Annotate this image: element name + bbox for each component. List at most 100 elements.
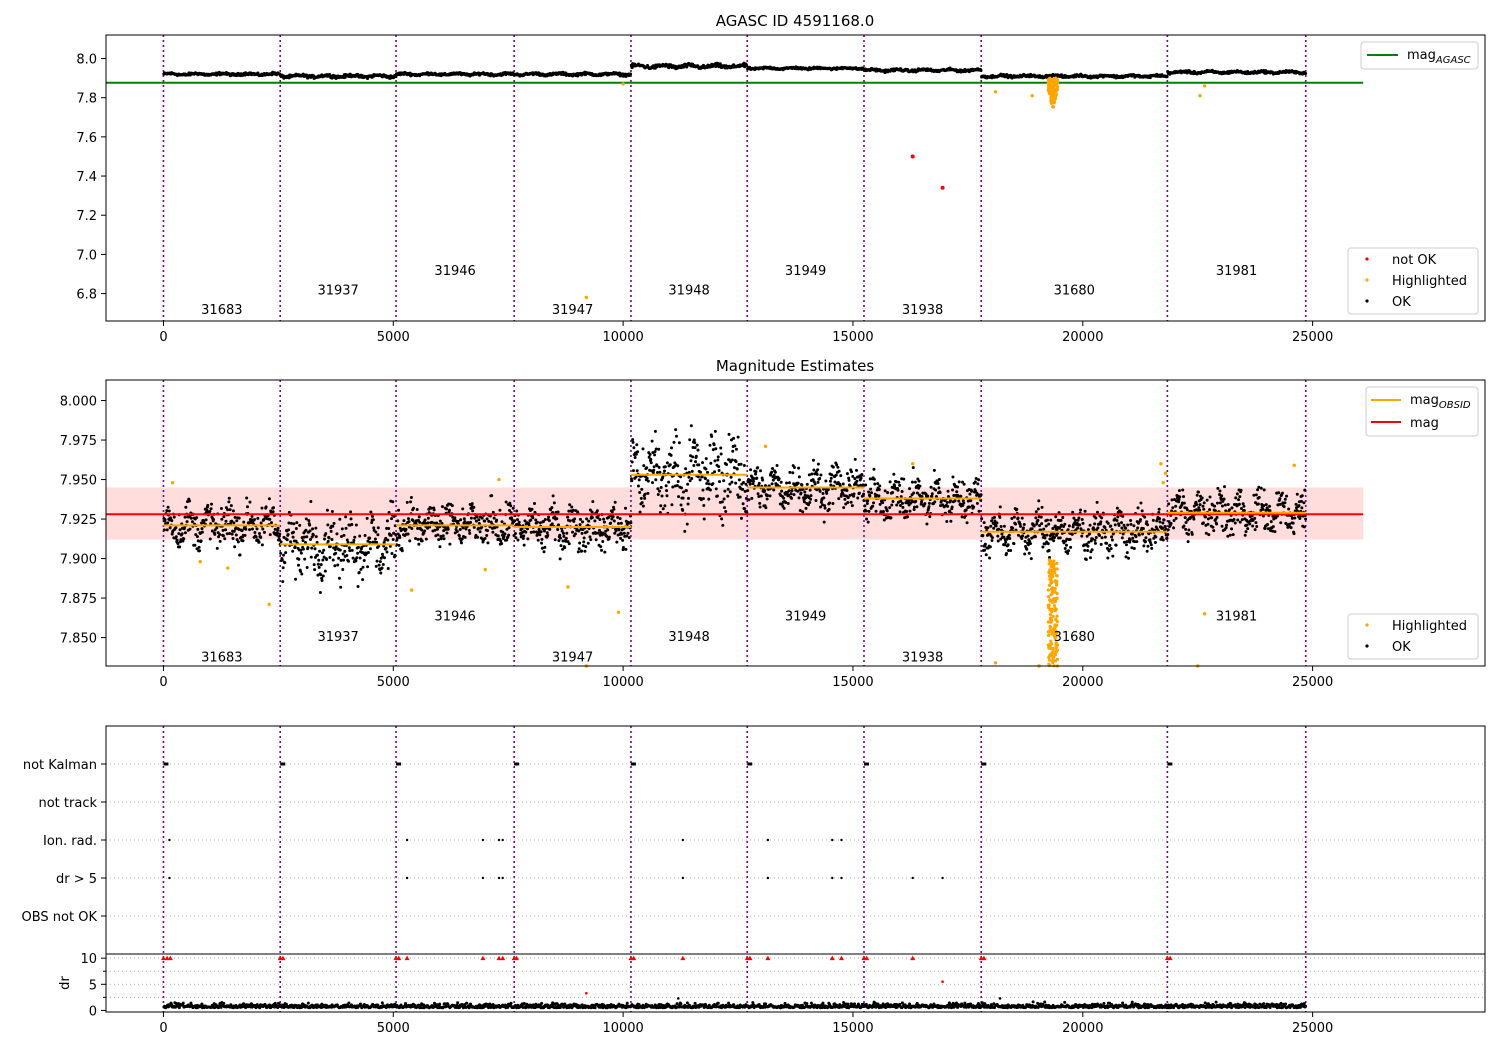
ok-point <box>866 499 870 503</box>
ok-point <box>1100 516 1104 520</box>
ok-point <box>557 539 561 543</box>
ok-point <box>715 494 719 498</box>
ok-point <box>568 503 572 507</box>
ok-point <box>969 499 973 503</box>
ok-point <box>322 548 326 552</box>
ok-point <box>717 469 721 473</box>
ok-point <box>610 510 614 514</box>
ok-point <box>480 516 484 520</box>
ok-point <box>476 527 480 531</box>
ok-point <box>209 507 213 511</box>
ok-point <box>1172 526 1176 530</box>
ok-point <box>227 496 231 500</box>
ok-point <box>1154 535 1158 539</box>
ok-point <box>1297 504 1301 508</box>
ok-point <box>726 494 730 498</box>
ok-point <box>1090 548 1094 552</box>
ok-point <box>1202 501 1206 505</box>
ok-point <box>628 72 633 76</box>
ok-point <box>287 528 291 532</box>
ok-point <box>1264 503 1268 507</box>
ok-point <box>435 527 439 531</box>
ok-point <box>1120 536 1124 540</box>
ok-point <box>1145 520 1149 524</box>
ok-point <box>183 526 187 530</box>
ok-point <box>342 558 346 562</box>
legend-highlighted: Highlighted <box>1392 274 1467 289</box>
ok-point <box>1174 504 1178 508</box>
ok-point <box>945 500 949 504</box>
ok-point <box>743 489 747 493</box>
ok-point <box>626 531 630 535</box>
ok-point <box>1066 551 1070 555</box>
ok-point <box>646 479 650 483</box>
ok-point <box>913 480 917 484</box>
ok-point <box>162 528 166 532</box>
ok-point <box>1069 545 1073 549</box>
ok-point <box>674 428 678 432</box>
ok-point <box>215 526 219 530</box>
ok-point <box>1205 498 1209 502</box>
ok-point <box>461 507 465 511</box>
ok-point <box>593 519 597 523</box>
ok-point <box>529 518 533 522</box>
ok-point <box>513 532 517 536</box>
ok-point <box>326 539 330 543</box>
ok-point <box>754 472 758 476</box>
ok-point <box>738 495 742 499</box>
ok-point <box>934 488 938 492</box>
ok-point <box>404 527 408 531</box>
ok-point <box>878 502 882 506</box>
ok-point <box>330 510 334 514</box>
ok-point <box>716 458 720 462</box>
ok-point <box>809 494 813 498</box>
ok-point <box>344 515 348 519</box>
ok-point <box>640 487 644 491</box>
ok-point <box>754 470 758 474</box>
ok-point <box>1103 526 1107 530</box>
ok-point <box>299 551 303 555</box>
ok-point <box>646 491 650 495</box>
ok-point <box>622 531 626 535</box>
ok-point <box>1105 541 1109 545</box>
ok-point <box>674 434 678 438</box>
ok-point <box>1143 540 1147 544</box>
ok-point <box>606 528 610 532</box>
ok-point <box>648 453 652 457</box>
ok-point <box>633 456 637 460</box>
ok-point <box>1022 523 1026 527</box>
ok-point <box>209 502 213 506</box>
ok-point <box>638 510 642 514</box>
ok-point <box>507 533 511 537</box>
ok-point <box>937 486 941 490</box>
ok-point <box>325 508 329 512</box>
ok-point <box>905 515 909 519</box>
ok-point <box>1206 522 1210 526</box>
ok-point <box>871 504 875 508</box>
ok-point <box>603 550 607 554</box>
ok-point <box>854 468 858 472</box>
ok-point <box>891 491 895 495</box>
ok-point <box>1110 538 1114 542</box>
ok-point <box>658 470 662 474</box>
ok-point <box>542 529 546 533</box>
ok-point <box>278 532 282 536</box>
ok-point <box>231 537 235 541</box>
ok-point <box>1086 544 1090 548</box>
ok-point <box>631 438 635 442</box>
highlighted-point <box>1051 649 1055 653</box>
ok-point <box>228 508 232 512</box>
ok-point <box>602 517 606 521</box>
ok-point <box>638 491 642 495</box>
ok-point <box>1006 543 1010 547</box>
ok-point <box>284 551 288 555</box>
ok-point <box>797 496 801 500</box>
ok-point <box>304 528 308 532</box>
ok-point <box>1237 502 1241 506</box>
ok-point <box>303 557 307 561</box>
ok-point <box>1216 486 1220 490</box>
highlighted-point <box>1050 619 1054 623</box>
x-tick-label: 10000 <box>602 330 643 345</box>
ok-point <box>664 484 668 488</box>
ok-point <box>1122 540 1126 544</box>
